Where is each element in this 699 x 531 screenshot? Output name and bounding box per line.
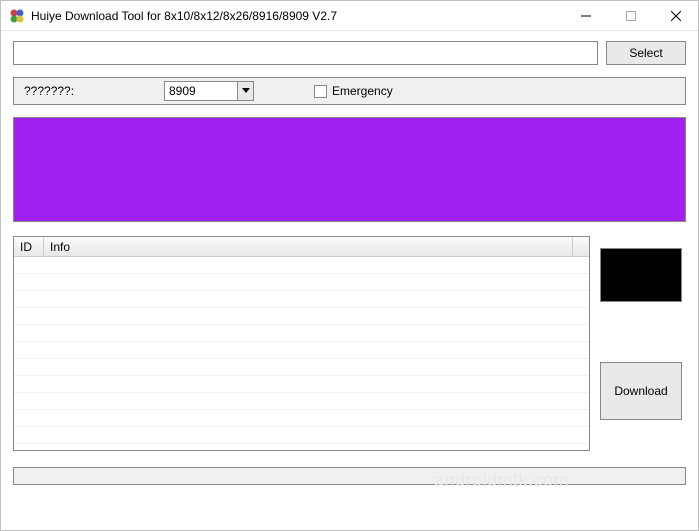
emergency-label: Emergency bbox=[332, 84, 393, 98]
table-row bbox=[14, 325, 589, 342]
table-row bbox=[14, 427, 589, 444]
table-row bbox=[14, 342, 589, 359]
table-row bbox=[14, 376, 589, 393]
app-icon bbox=[9, 8, 25, 24]
path-input[interactable] bbox=[13, 41, 598, 65]
table-row bbox=[14, 274, 589, 291]
checkbox-icon bbox=[314, 85, 327, 98]
download-button[interactable]: Download bbox=[600, 362, 682, 420]
table-row bbox=[14, 359, 589, 376]
chevron-down-icon bbox=[237, 82, 253, 100]
table-row bbox=[14, 291, 589, 308]
emergency-checkbox[interactable]: Emergency bbox=[314, 84, 393, 98]
log-table[interactable]: ID Info bbox=[13, 236, 590, 451]
preview-box bbox=[600, 248, 682, 302]
table-row bbox=[14, 308, 589, 325]
close-button[interactable] bbox=[653, 1, 698, 31]
status-bar bbox=[13, 467, 686, 485]
table-body bbox=[14, 257, 589, 451]
options-bar: ???????: 8909 Emergency bbox=[13, 77, 686, 105]
options-label: ???????: bbox=[24, 84, 124, 98]
maximize-button[interactable] bbox=[608, 1, 653, 31]
table-row bbox=[14, 257, 589, 274]
status-panel bbox=[13, 117, 686, 222]
table-row bbox=[14, 410, 589, 427]
select-button[interactable]: Select bbox=[606, 41, 686, 65]
column-header-info[interactable]: Info bbox=[44, 237, 573, 257]
table-row bbox=[14, 393, 589, 410]
chipset-combo[interactable]: 8909 bbox=[164, 81, 254, 101]
column-header-spacer bbox=[573, 237, 589, 257]
minimize-button[interactable] bbox=[563, 1, 608, 31]
titlebar: Huiye Download Tool for 8x10/8x12/8x26/8… bbox=[1, 1, 698, 31]
chipset-combo-value: 8909 bbox=[165, 84, 237, 98]
window-title: Huiye Download Tool for 8x10/8x12/8x26/8… bbox=[31, 9, 563, 23]
column-header-id[interactable]: ID bbox=[14, 237, 44, 257]
